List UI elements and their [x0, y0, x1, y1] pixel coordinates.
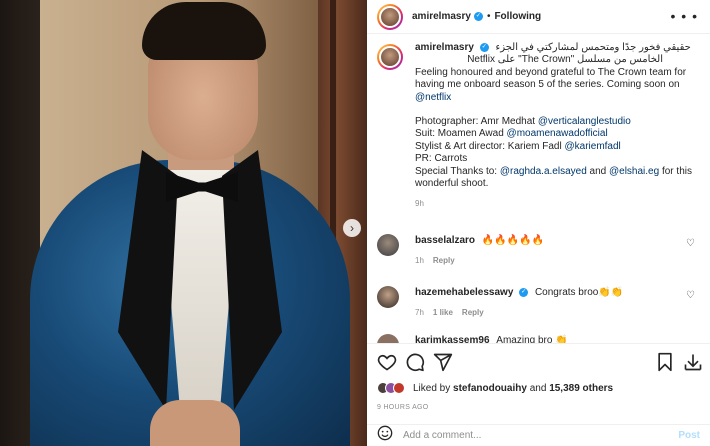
- comment-text: Congrats broo👏👏: [534, 287, 624, 298]
- caption-username[interactable]: amirelmasry: [415, 42, 474, 53]
- suit-mention-link[interactable]: @moamenawadofficial: [507, 128, 608, 139]
- author-avatar[interactable]: [377, 3, 403, 30]
- comment-text: 🔥🔥🔥🔥🔥: [481, 235, 545, 246]
- liked-by-user[interactable]: stefanodouaihy: [453, 383, 527, 394]
- likes-summary: Liked by stefanodouaihy and 15,389 other…: [377, 382, 613, 394]
- commenter-verified-badge-icon: ✓: [519, 287, 529, 297]
- caption-verified-badge-icon: ✓: [479, 42, 489, 52]
- header-separator: •: [486, 11, 491, 22]
- following-button[interactable]: Following: [494, 11, 541, 22]
- comment-item-partial: karimkassem96 Amazing bro 👏: [377, 334, 703, 343]
- liked-by-and: and: [529, 382, 547, 394]
- netflix-mention-link[interactable]: @netflix: [415, 92, 451, 103]
- comment-like-heart-icon[interactable]: ♡: [686, 238, 695, 249]
- post-photo[interactable]: [0, 0, 367, 446]
- comment-reply-button[interactable]: Reply: [462, 308, 484, 317]
- carousel-next-button[interactable]: ›: [343, 219, 361, 237]
- caption-arabic-line2: الخامس من مسلسل "The Crown" على Netflix: [467, 54, 663, 66]
- caption-line2: having me onboard season 5 of the series…: [415, 79, 680, 91]
- caption-line1: Feeling honoured and beyond grateful to …: [415, 66, 687, 78]
- comment-time[interactable]: 1h: [415, 256, 424, 265]
- commenter-username[interactable]: hazemehabelessawy: [415, 287, 513, 298]
- photographer-mention-link[interactable]: @verticalanglestudio: [538, 116, 631, 127]
- author-username[interactable]: amirelmasry: [412, 11, 471, 22]
- comment-time[interactable]: 7h: [415, 308, 424, 317]
- post-timestamp[interactable]: 9 HOURS AGO: [377, 404, 429, 411]
- download-icon[interactable]: [683, 352, 703, 377]
- suit-label: Suit: Moamen Awad: [415, 128, 504, 140]
- caption-timestamp[interactable]: 9h: [415, 198, 703, 210]
- thanks-tail-2: wonderful shoot.: [415, 178, 489, 190]
- caption-author-avatar[interactable]: [377, 44, 403, 70]
- verified-badge-icon: ✓: [473, 12, 483, 21]
- liker-avatar[interactable]: [393, 382, 405, 394]
- photographer-label: Photographer: Amr Medhat: [415, 116, 536, 128]
- add-comment-bar: Post: [367, 424, 710, 446]
- more-options-icon[interactable]: • • •: [671, 8, 698, 24]
- photo-hands: [150, 400, 240, 446]
- commenter-username[interactable]: karimkassem96: [415, 335, 490, 343]
- commenter-username[interactable]: basselalzaro: [415, 235, 475, 246]
- photo-hair: [142, 2, 266, 60]
- caption-arabic-line1: حقيقي فخور جدًا ومتحمس لمشاركتي في الجزء: [495, 42, 691, 53]
- stylist-label: Stylist & Art director: Kariem Fadl: [415, 140, 562, 152]
- heart-icon[interactable]: [377, 352, 397, 377]
- post-actions-bar: [367, 343, 710, 379]
- thanks-mention-link-1[interactable]: @raghda.a.elsayed: [500, 166, 587, 177]
- post-details-pane: amirelmasry ✓ • Following • • • amirelma…: [367, 0, 710, 446]
- comment-item: hazemehabelessawy ✓ Congrats broo👏👏 7h 1 …: [377, 286, 703, 319]
- thanks-label: Special Thanks to:: [415, 165, 498, 177]
- chevron-right-icon: ›: [350, 221, 354, 235]
- stylist-mention-link[interactable]: @kariemfadl: [565, 141, 621, 152]
- commenter-avatar[interactable]: [377, 286, 399, 308]
- thanks-mention-link-2[interactable]: @elshai.eg: [609, 166, 659, 177]
- post-caption: amirelmasry ✓ حقيقي فخور جدًا ومتحمس لمش…: [377, 42, 703, 211]
- thanks-tail: for this: [661, 165, 692, 177]
- thanks-and: and: [589, 165, 607, 177]
- liked-by-count[interactable]: 15,389 others: [549, 383, 613, 394]
- comment-reply-button[interactable]: Reply: [433, 256, 455, 265]
- comment-icon[interactable]: [405, 352, 425, 377]
- bookmark-icon[interactable]: [655, 352, 675, 377]
- comment-likes[interactable]: 1 like: [433, 308, 453, 317]
- pr-line: PR: Carrots: [415, 153, 468, 165]
- send-icon[interactable]: [433, 352, 453, 377]
- emoji-icon[interactable]: [377, 425, 393, 446]
- add-comment-input[interactable]: [403, 430, 653, 441]
- instagram-post-modal: › amirelmasry ✓ • Following • • • amirel…: [0, 0, 710, 446]
- post-comment-button[interactable]: Post: [678, 430, 700, 441]
- commenter-avatar[interactable]: [377, 334, 399, 343]
- post-header: amirelmasry ✓ • Following • • •: [367, 0, 710, 34]
- commenter-avatar[interactable]: [377, 234, 399, 256]
- comment-item: basselalzaro 🔥🔥🔥🔥🔥 1h Reply ♡: [377, 234, 703, 267]
- comment-text: Amazing bro 👏: [496, 335, 568, 343]
- comment-like-heart-icon[interactable]: ♡: [686, 290, 695, 301]
- liked-by-prefix: Liked by: [413, 382, 451, 394]
